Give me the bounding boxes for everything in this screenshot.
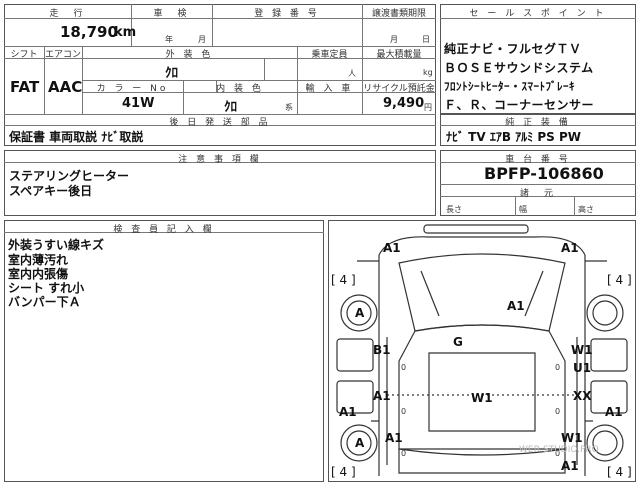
mark-wheel-rear-left: A [355,436,365,450]
int-color-unit: 系 [285,103,293,112]
shaken-label: 車 検 [153,9,190,19]
mark-zero-5: 0 [401,449,407,458]
int-color-value: ｸﾛ [224,100,237,115]
mark-zero-3: 0 [401,407,407,416]
mileage-value: 18,790 [60,23,118,41]
color-no-label: カ ラ ー No [96,84,169,94]
height-label: 高さ [578,205,594,214]
watermark: WEB-STUDIO.PRO [519,445,599,455]
sales-point-4: Ｆ、Ｒ、コーナーセンサー [444,98,595,112]
transfer-day-unit: 日 [422,35,430,44]
capacity-label: 乗車定員 [311,50,348,60]
mark-rear-right: W1 [561,431,583,445]
load-unit: kg [423,68,433,77]
shift-label: シフト [10,50,38,60]
sales-point-3: ﾌﾛﾝﾄｼｰﾄﾋｰﾀｰ・ｽﾏｰﾄﾌﾞﾚｰｷ [444,80,575,93]
later-docs-value: 保証書 車両取説 ﾅﾋﾞ取説 [9,130,144,144]
mark-a1-front-left: A1 [383,241,401,255]
mark-zero-1: 0 [401,363,407,372]
mark-bracket-right-top: [ 4 ] [607,273,632,287]
later-docs-label: 後 日 発 送 部 品 [169,118,271,128]
mark-door-rr: XX [573,389,592,403]
sales-point-1: 純正ナビ・フルセグＴＶ [444,42,582,56]
capacity-unit: 人 [348,69,356,78]
mark-side-left: A1 [339,405,357,419]
ac-label: エアコン [44,50,81,60]
registration-label: 登 録 番 号 [254,9,320,19]
max-load-label: 最大積載量 [376,50,422,60]
shaken-year-unit: 年 [165,35,173,44]
mark-zero-4: 0 [555,407,561,416]
ext-color-value: ｸﾛ [165,66,178,81]
length-label: 長さ [446,205,462,214]
width-label: 幅 [519,205,527,214]
mark-bracket-left-bottom: [ 4 ] [331,465,356,479]
ac-value: AAC [48,78,83,96]
int-color-label: 内 装 色 [216,84,264,94]
equipment-value: ﾅﾋﾞ TV ｴｱB ｱﾙﾐ PS PW [446,130,581,144]
note-line-2: スペアキー後日 [9,184,93,198]
mileage-unit: km [114,25,137,40]
sales-point-2: ＢＯＳＥサウンドシステム [444,61,594,75]
sales-point-label: セ ー ル ス ポ イ ン ト [469,9,607,19]
inspector-label: 検 査 員 記 入 欄 [113,225,215,235]
inspector-line-5: バンパー下Ａ [8,295,81,309]
ext-color-label: 外 装 色 [165,50,214,60]
chassis-number: BPFP-106860 [484,164,604,183]
mark-roof: W1 [471,391,493,405]
shaken-month-unit: 月 [198,35,206,44]
mileage-label: 走 行 [49,9,86,19]
mark-door-fr: U1 [573,361,592,375]
notes-label: 注 意 事 項 欄 [178,155,262,165]
mark-rear-left: A1 [385,431,403,445]
mark-a1-front-right: A1 [561,241,579,255]
mark-bottom-right: A1 [561,459,579,473]
car-diagram-box: A1 A1 [ 4 ] [ 4 ] A A1 G B1 W1 U1 0 0 A1… [328,220,636,482]
recycle-value: 9,490 [383,96,425,111]
recycle-label: リサイクル預託金 [363,84,435,94]
mark-windshield: G [453,335,463,349]
mark-side-right: A1 [605,405,623,419]
import-label: 輸 入 車 [305,84,354,94]
mark-hood: A1 [507,299,525,313]
mark-bracket-right-bottom: [ 4 ] [607,465,632,479]
transfer-month-unit: 月 [390,35,398,44]
dims-label: 諸 元 [519,189,556,199]
mark-door-rl: A1 [373,389,391,403]
mark-bracket-left-top: [ 4 ] [331,273,356,287]
shift-value: FAT [10,78,40,96]
color-no-value: 41W [122,96,155,111]
mark-zero-2: 0 [555,363,561,372]
transfer-deadline-label: 譲渡書類期限 [371,9,426,19]
mark-door-fl: B1 [373,343,391,357]
mark-fender-fr: W1 [571,343,593,357]
recycle-unit: 円 [424,103,432,112]
mark-wheel-front-left: A [355,306,365,320]
equipment-label: 純 正 装 備 [505,118,571,128]
